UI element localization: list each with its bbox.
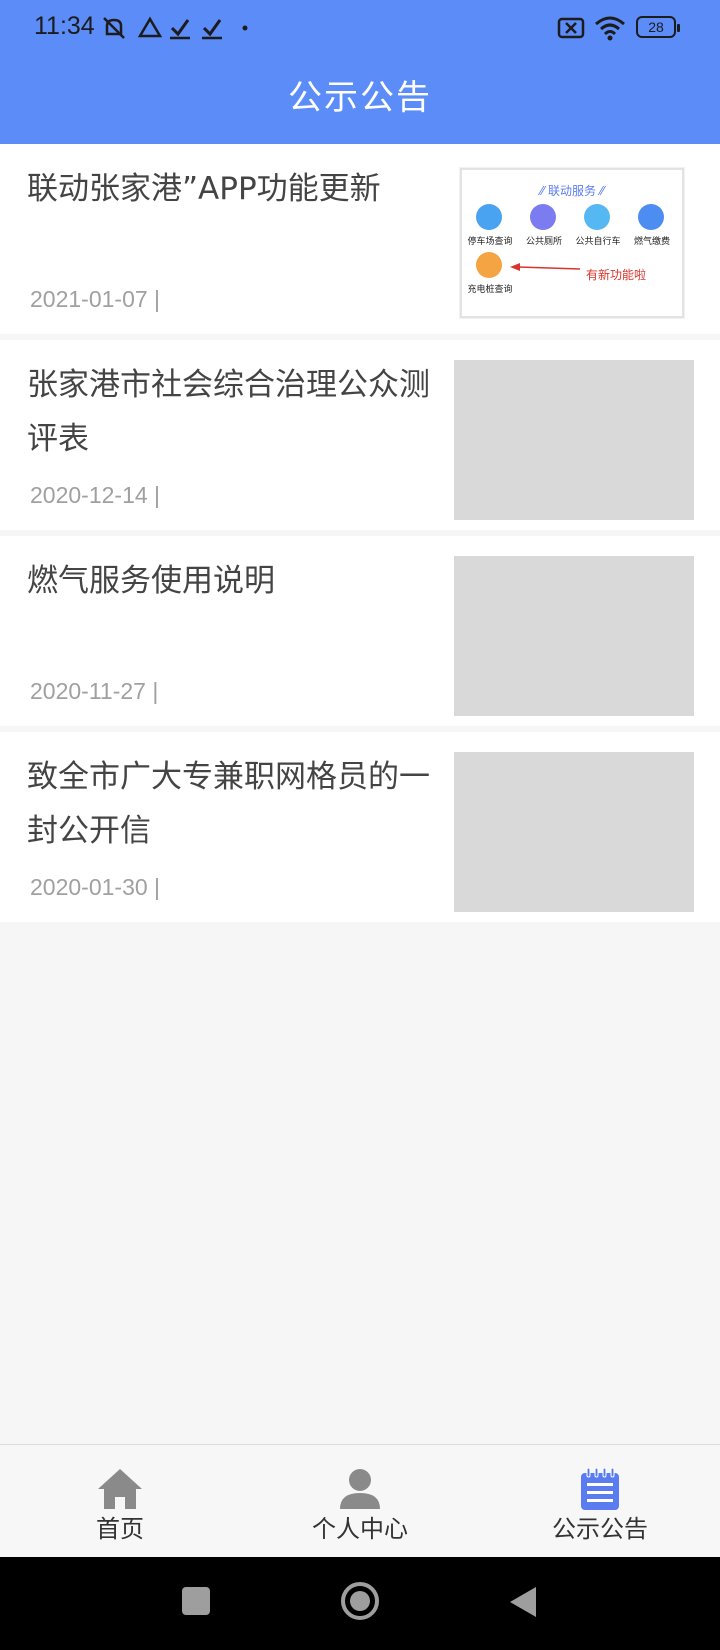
article-thumbnail [454, 752, 694, 912]
battery-level: 28 [648, 19, 664, 35]
tab-label: 公示公告 [552, 1515, 648, 1543]
person-icon [340, 1469, 380, 1509]
article-date: 2020-11-27 | [30, 678, 159, 704]
service-label: 燃气缴费 [633, 237, 670, 247]
article-date: 2021-01-07 | [30, 286, 161, 312]
bicycle-icon [584, 204, 610, 230]
article-title: 燃气服务使用说明 [27, 563, 275, 599]
back-button[interactable] [508, 1585, 538, 1619]
article-thumbnail [454, 360, 694, 520]
toilet-icon [530, 204, 556, 230]
service-label: 充电桩查询 [467, 285, 513, 295]
page-title: 公示公告 [288, 78, 432, 118]
notice-icon [581, 1467, 619, 1510]
dot-icon [242, 25, 248, 31]
article-title: 张家港市社会综合治理公众测评表 [27, 367, 430, 457]
parking-icon [476, 204, 502, 230]
home-button[interactable] [341, 1582, 379, 1620]
tab-label: 首页 [96, 1515, 144, 1543]
system-navigation-bar [0, 1557, 720, 1650]
thumbnail-heading: ⁄⁄ 联动服务 ⁄⁄ [540, 184, 604, 198]
service-label: 公共厕所 [525, 237, 562, 247]
service-label: 停车场查询 [467, 237, 513, 247]
service-label: 公共自行车 [575, 237, 621, 247]
sim-off-icon [557, 17, 585, 39]
drive-icon [137, 16, 163, 38]
status-bar: 11:34 28 [0, 0, 720, 56]
mute-icon [103, 17, 125, 39]
battery-icon: 28 [636, 16, 680, 38]
tab-label: 个人中心 [312, 1515, 408, 1543]
charging-icon [476, 252, 502, 278]
list-item[interactable]: 致全市广大专兼职网格员的一封公开信 2020-01-30 | [0, 732, 720, 922]
check-icon [170, 19, 190, 40]
app-header: 11:34 28 公示公告 [0, 0, 720, 144]
list-item[interactable]: 燃气服务使用说明 2020-11-27 | [0, 536, 720, 726]
wifi-icon [595, 16, 625, 41]
article-title: 联动张家港”APP功能更新 [27, 171, 381, 207]
tab-notices[interactable]: 公示公告 [480, 1445, 720, 1558]
check-icon [202, 19, 222, 40]
home-icon [98, 1469, 142, 1509]
bottom-tab-bar: 首页 个人中心 公示公告 [0, 1444, 720, 1557]
thumbnail-annotation: 有新功能啦 [586, 268, 647, 282]
recents-button[interactable] [182, 1587, 210, 1615]
article-title: 致全市广大专兼职网格员的一封公开信 [27, 759, 430, 849]
article-thumbnail [454, 556, 694, 716]
list-item[interactable]: 联动张家港”APP功能更新 2021-01-07 | ⁄⁄ 联动服务 ⁄⁄ 停车… [0, 144, 720, 334]
article-date: 2020-01-30 | [30, 874, 161, 900]
arrow-icon [510, 263, 581, 271]
list-item[interactable]: 张家港市社会综合治理公众测评表 2020-12-14 | [0, 340, 720, 530]
gas-icon [638, 204, 664, 230]
article-date: 2020-12-14 | [30, 482, 161, 508]
status-time: 11:34 [34, 12, 95, 40]
article-thumbnail: ⁄⁄ 联动服务 ⁄⁄ 停车场查询 公共厕所 公共自行车 燃气缴费 充电桩查询 有… [460, 168, 684, 318]
tab-personal-center[interactable]: 个人中心 [240, 1445, 480, 1558]
tab-home[interactable]: 首页 [0, 1445, 240, 1558]
